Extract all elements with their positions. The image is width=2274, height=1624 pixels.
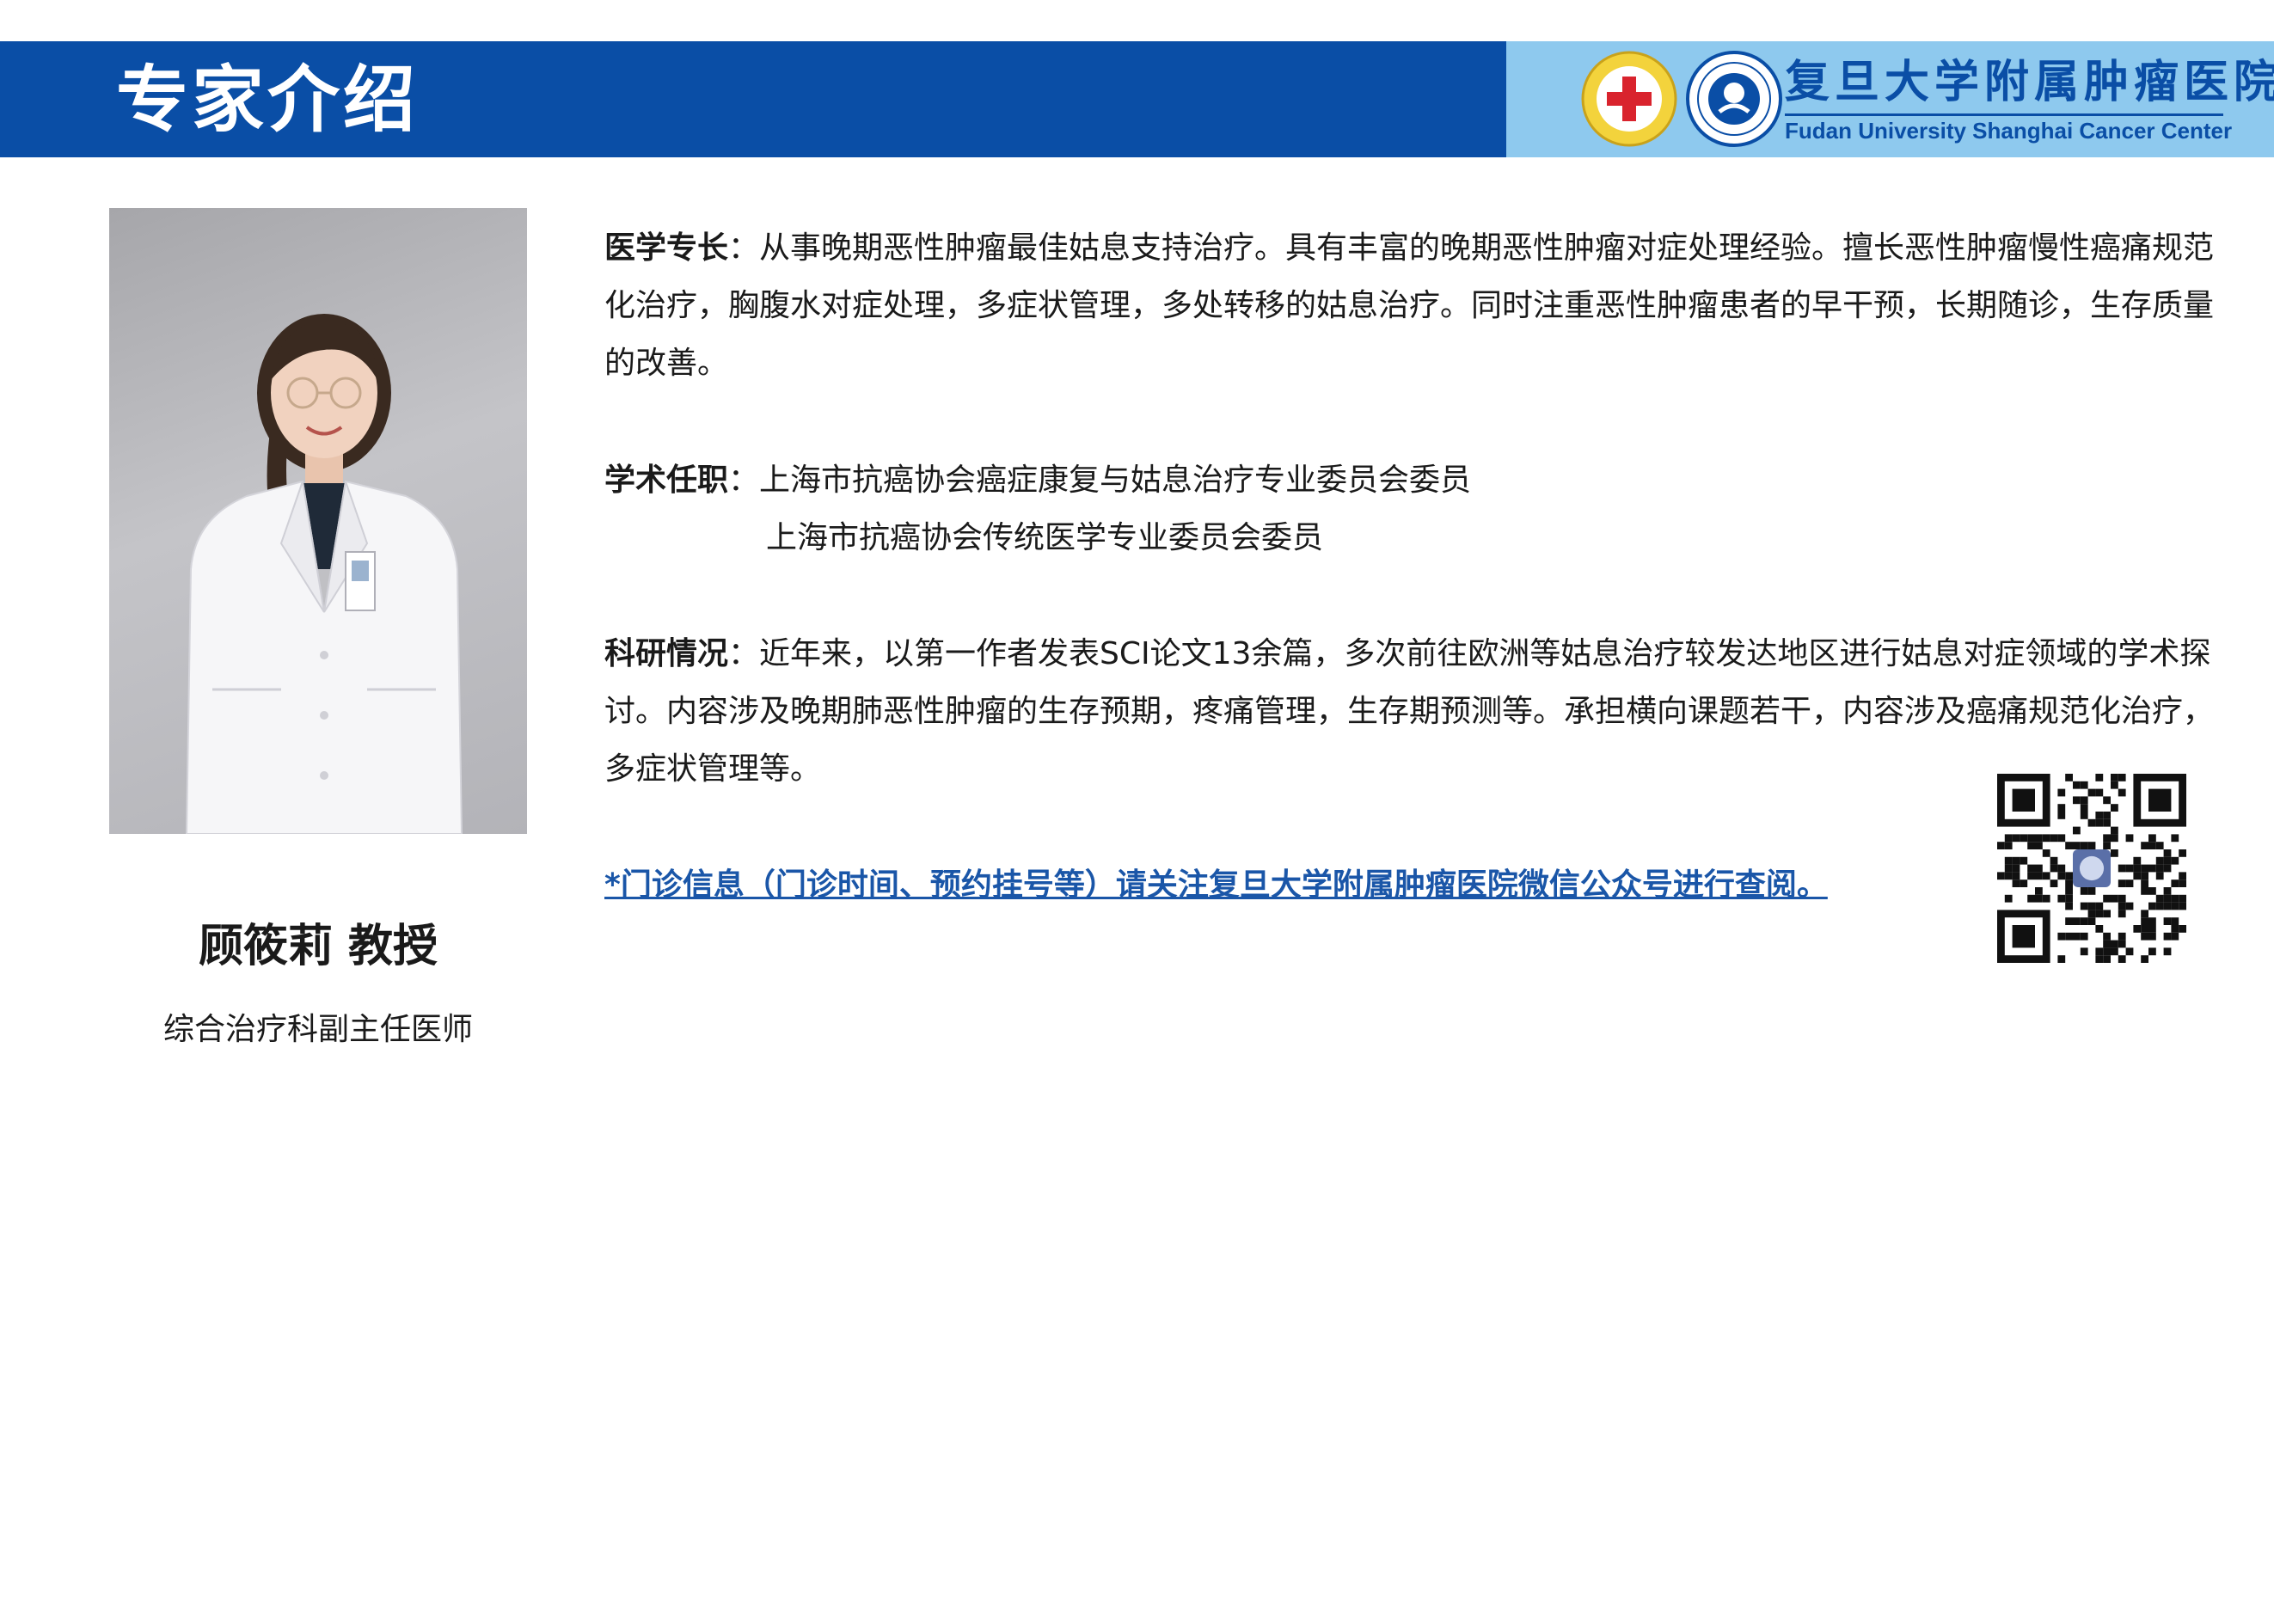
wechat-qr-code[interactable] (1997, 774, 2186, 963)
academic-item: 上海市抗癌协会传统医学专业委员会委员 (766, 520, 1324, 555)
section-academic: 学术任职：上海市抗癌协会癌症康复与姑息治疗专业委员会委员 上海市抗癌协会传统医学… (604, 451, 2238, 567)
research-label: 科研情况 (604, 636, 729, 671)
hospital-name-en: Fudan University Shanghai Cancer Center (1785, 113, 2232, 144)
research-text: ：近年来，以第一作者发表SCI论文13余篇，多次前往欧洲等姑息治疗较发达地区进行… (604, 636, 2215, 787)
specialty-label: 医学专长 (604, 230, 729, 266)
expert-name: 顾筱莉 教授 (198, 921, 438, 972)
doctor-portrait-icon (185, 314, 463, 834)
header-banner: 专家介绍 复旦大学附属肿瘤医院 Fudan University Shangha… (0, 41, 2274, 157)
academic-item: ：上海市抗癌协会癌症康复与姑息治疗专业委员会委员 (728, 463, 1472, 498)
red-cross-emblem-icon (1581, 51, 1677, 147)
clinic-notice-link[interactable]: *门诊信息（门诊时间、预约挂号等）请关注复旦大学附属肿瘤医院微信公众号进行查阅。 (604, 860, 1828, 911)
academic-line-1: 学术任职：上海市抗癌协会癌症康复与姑息治疗专业委员会委员 (604, 451, 2238, 509)
academic-label: 学术任职 (604, 463, 729, 498)
expert-photo (109, 208, 527, 834)
section-research: 科研情况：近年来，以第一作者发表SCI论文13余篇，多次前往欧洲等姑息治疗较发达… (604, 625, 2238, 798)
hospital-seal-icon (1686, 51, 1782, 147)
expert-position: 综合治疗科副主任医师 (162, 1012, 473, 1047)
page-title: 专家介绍 (116, 58, 420, 142)
specialty-text: ：从事晚期恶性肿瘤最佳姑息支持治疗。具有丰富的晚期恶性肿瘤对症处理经验。擅长恶性… (604, 230, 2215, 381)
section-specialty: 医学专长：从事晚期恶性肿瘤最佳姑息支持治疗。具有丰富的晚期恶性肿瘤对症处理经验。… (604, 219, 2238, 392)
hospital-name-cn: 复旦大学附属肿瘤医院 (1785, 56, 2274, 108)
academic-line-2: 上海市抗癌协会传统医学专业委员会委员 (604, 509, 2238, 567)
